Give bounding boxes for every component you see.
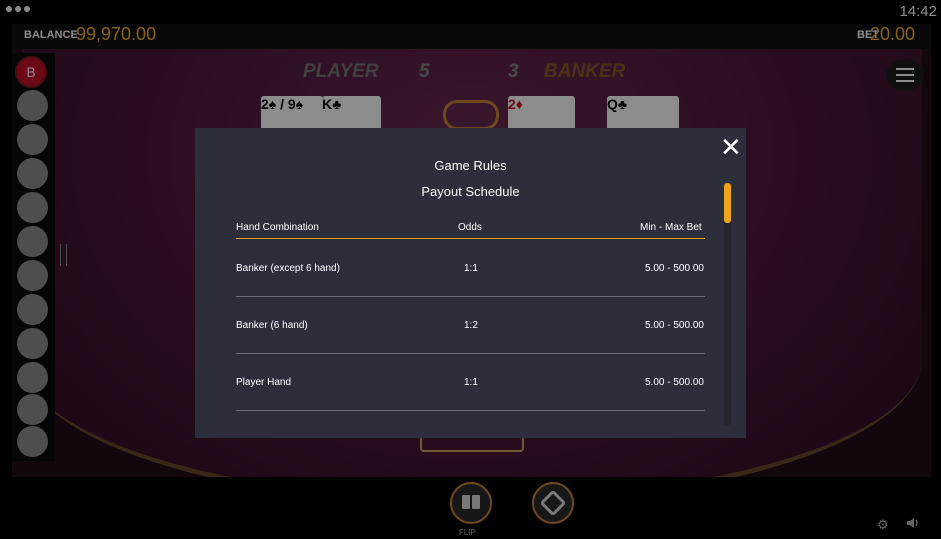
row-hand: Banker (6 hand): [236, 320, 308, 331]
scrollbar-thumb[interactable]: [724, 183, 731, 223]
row-odds: 1:1: [464, 263, 478, 274]
row-divider: [236, 410, 705, 411]
row-bet: 5.00 - 500.00: [645, 263, 704, 274]
row-hand: Banker (except 6 hand): [236, 263, 340, 274]
header-divider: [236, 238, 705, 239]
column-header-hand: Hand Combination: [236, 222, 319, 233]
row-bet: 5.00 - 500.00: [645, 377, 704, 388]
row-divider: [236, 353, 705, 354]
game-rules-modal: [195, 128, 746, 438]
column-header-bet: Min - Max Bet: [640, 222, 702, 233]
modal-title: Game Rules: [434, 158, 507, 173]
modal-subtitle: Payout Schedule: [421, 184, 520, 199]
row-hand: Player Hand: [236, 377, 292, 388]
row-divider: [236, 296, 705, 297]
close-icon[interactable]: ✕: [720, 134, 742, 160]
row-odds: 1:1: [464, 377, 478, 388]
row-bet: 5.00 - 500.00: [645, 320, 704, 331]
row-odds: 1:2: [464, 320, 478, 331]
column-header-odds: Odds: [458, 222, 482, 233]
